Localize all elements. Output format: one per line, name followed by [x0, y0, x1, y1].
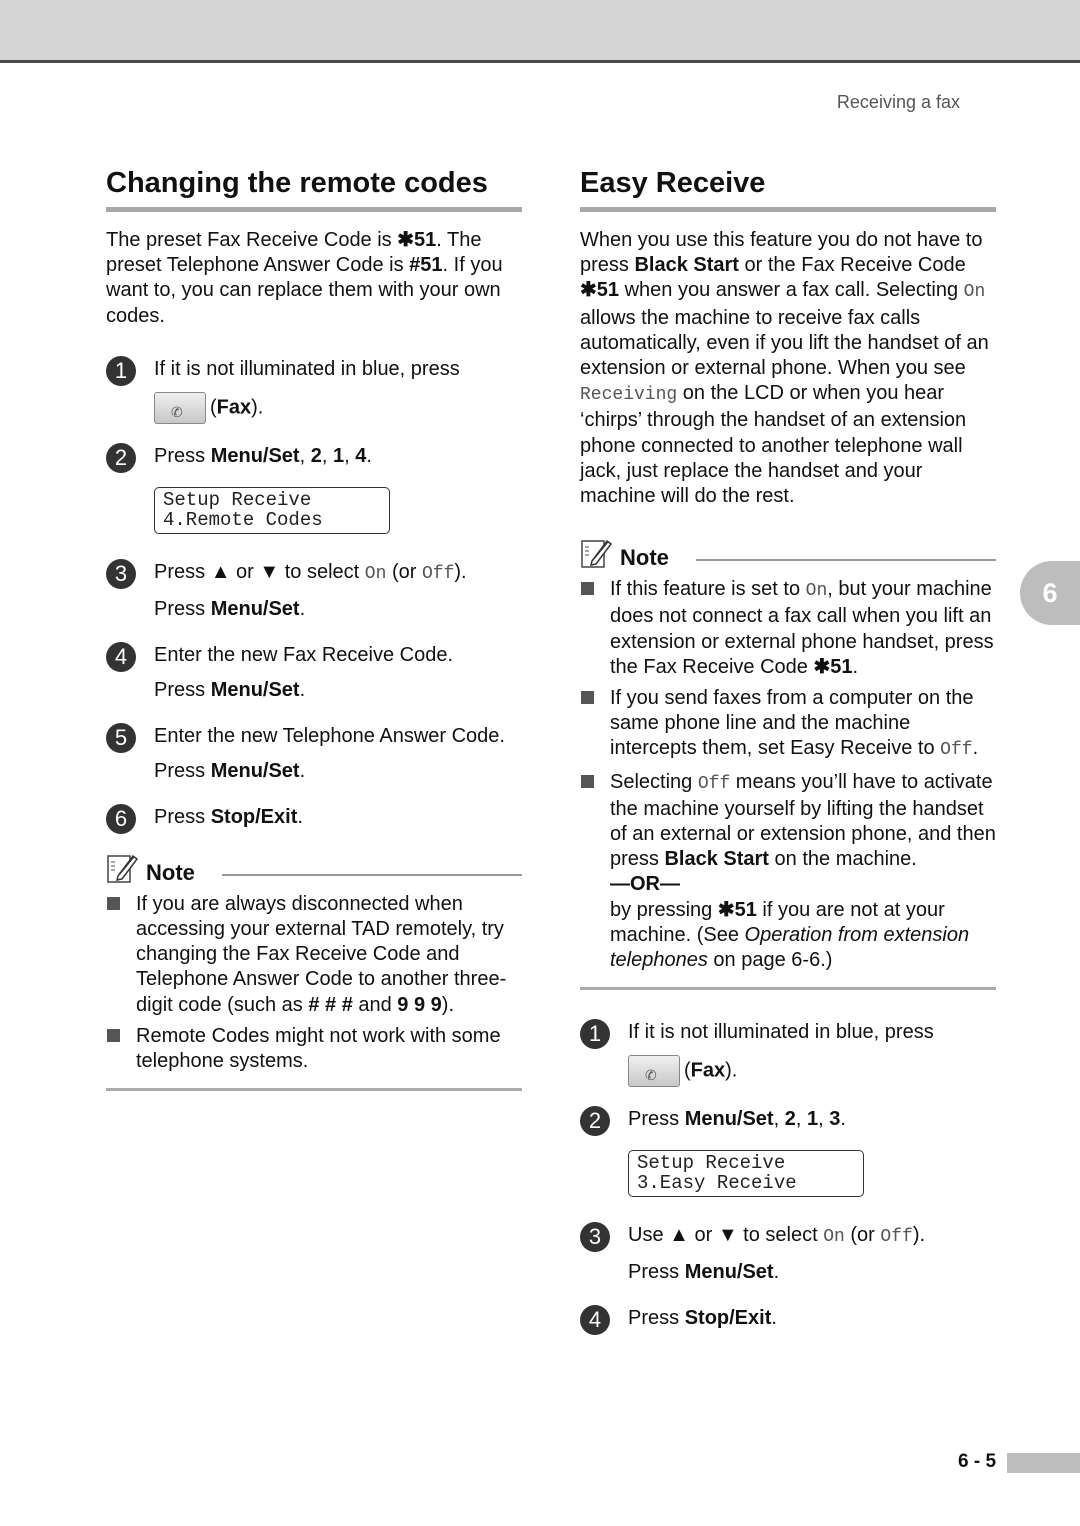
lcd-display: Setup Receive 4.Remote Codes [154, 486, 390, 534]
chapter-tab: 6 [1020, 561, 1080, 625]
note-item: If you are always disconnected when acce… [106, 892, 522, 1018]
step-5: 5 Enter the new Telephone Answer Code. P… [106, 722, 522, 784]
note-box: Note If you are always disconnected when… [106, 852, 522, 1092]
up-arrow-icon: ▲ [210, 560, 231, 583]
divider [222, 873, 522, 876]
step-4: 4 Enter the new Fax Receive Code. Press … [106, 641, 522, 703]
running-head: Receiving a fax [836, 92, 960, 112]
step-number: 1 [106, 355, 136, 386]
bullet-square-icon [581, 582, 594, 596]
bullet-square-icon [107, 1028, 120, 1042]
step-number: 2 [106, 442, 136, 473]
note-item: If you send faxes from a computer on the… [580, 686, 996, 764]
fax-button: ✆ [628, 1055, 680, 1088]
page-number: 6 - 5 [958, 1451, 997, 1472]
step-3: 3 Press ▲ or ▼ to select On (or Off). Pr… [106, 558, 522, 622]
or-separator: —OR— [610, 873, 680, 896]
note-item: Remote Codes might not work with some te… [106, 1024, 522, 1074]
step-6: 6 Press Stop/Exit. [106, 803, 522, 834]
note-pencil-icon [581, 540, 612, 568]
note-label: Note [146, 859, 195, 885]
section-easy-receive: Easy Receive When you use this feature y… [580, 165, 996, 1336]
step-2: 2 Press Menu/Set, 2, 1, 4. Setup Receive… [106, 442, 522, 534]
note-end-divider [580, 987, 996, 991]
note-item: If this feature is set to On, but your m… [580, 577, 996, 680]
up-arrow-icon: ▲ [669, 1224, 689, 1247]
fax-icon: ✆ [171, 403, 183, 420]
step-number: 3 [106, 558, 136, 589]
bullet-square-icon [581, 774, 594, 788]
section-remote-codes: Changing the remote codes The preset Fax… [106, 165, 522, 1092]
page-number-bar [1007, 1453, 1080, 1473]
step-number: 3 [580, 1222, 610, 1253]
divider [696, 559, 996, 562]
fax-receive-code: ✱51 [397, 229, 437, 251]
note-box: Note If this feature is set to On, but y… [580, 537, 996, 991]
step-4: 4 Press Stop/Exit. [580, 1305, 996, 1336]
note-label: Note [620, 545, 669, 571]
step-number: 4 [580, 1305, 610, 1336]
fax-button: ✆ [154, 391, 206, 424]
note-pencil-icon [107, 854, 138, 883]
step-1: 1 If it is not illuminated in blue, pres… [580, 1019, 996, 1088]
lcd-display: Setup Receive 3.Easy Receive [628, 1150, 864, 1198]
step-number: 6 [106, 803, 136, 834]
top-band [0, 0, 1080, 63]
section-title: Changing the remote codes [106, 165, 522, 212]
step-1: 1 If it is not illuminated in blue, pres… [106, 355, 522, 424]
down-arrow-icon: ▼ [259, 560, 280, 583]
step-number: 5 [106, 722, 136, 753]
intro-paragraph: The preset Fax Receive Code is ✱51. The … [106, 229, 503, 327]
telephone-answer-code: #51 [409, 254, 443, 277]
step-3: 3 Use ▲ or ▼ to select On (or Off). Pres… [580, 1222, 996, 1285]
section-title: Easy Receive [580, 165, 996, 212]
bullet-square-icon [581, 691, 594, 705]
step-number: 2 [580, 1106, 610, 1137]
step-2: 2 Press Menu/Set, 2, 1, 3. Setup Receive… [580, 1106, 996, 1198]
down-arrow-icon: ▼ [717, 1224, 738, 1247]
note-item: Selecting Off means you’ll have to activ… [580, 770, 996, 974]
fax-icon: ✆ [645, 1067, 657, 1084]
step-number: 1 [580, 1019, 610, 1050]
step-number: 4 [106, 641, 136, 672]
bullet-square-icon [107, 896, 120, 910]
intro-paragraph: When you use this feature you do not hav… [580, 229, 989, 508]
note-end-divider [106, 1088, 522, 1092]
